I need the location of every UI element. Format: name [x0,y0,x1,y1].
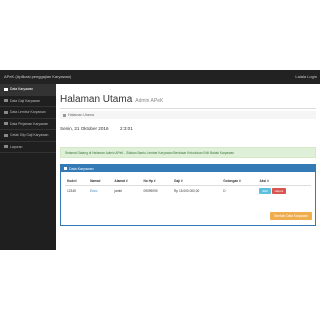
table-row: 12345 Enzo jambi 09099090 Rp 15.000.000,… [65,186,311,197]
column-header[interactable]: No Hp # [141,177,172,186]
table-header-row: Kode# Nama# Alamat # No Hp # Gaji # Golo… [65,177,311,186]
page-subtitle: Admin APeK [135,98,164,104]
cell-gaji: Rp 15.000.000,00 [173,189,200,193]
sidebar-item-cetak-slip[interactable]: Cetak Slip Gaji Karyawan [0,130,56,142]
sidebar-item-pinjaman[interactable]: Data Pinjaman Karyawan [0,119,56,130]
welcome-alert: Selamat Datang di Halaman Admin APeK , S… [60,147,316,158]
sidebar-item-laporan[interactable]: Laporan [0,142,56,153]
top-navbar: APeK (Aplikasi penggajian Karyawan) Lala… [0,70,320,84]
page-title-text: Halaman Utama [60,94,133,105]
page-title: Halaman Utama Admin APeK [60,94,163,105]
column-header[interactable]: Gaji # [171,177,222,186]
date-time: Senin, 31 Oktober 2016 2:3:01 [60,126,133,131]
home-icon [63,113,66,117]
wallet-icon [4,122,8,126]
sidebar-item-label: Cetak Slip Gaji Karyawan [10,133,49,138]
divider [60,108,316,109]
clock-icon [4,110,8,114]
cell-alamat: jambi [114,189,123,193]
cell-aksi: Edit Hapus [257,186,311,197]
sidebar-item-label: Laporan [10,144,23,149]
sidebar-item-label: Data Gaji Karyawan [10,98,41,103]
sidebar-item-label: Data Pinjaman Karyawan [10,121,49,126]
app-window: APeK (Aplikasi penggajian Karyawan) Lala… [0,70,320,250]
sidebar-item-data-karyawan[interactable]: Data Karyawan [0,84,56,96]
cell-golongan: D [223,189,226,193]
cell-hp: 09099090 [143,189,158,193]
delete-button[interactable]: Hapus [271,188,287,194]
employee-panel: Data Karyawan Kode# Nama# Alamat # No Hp… [60,164,316,226]
column-header[interactable]: Alamat # [112,177,142,186]
column-header[interactable]: Kode# [65,177,89,186]
sidebar-item-gaji[interactable]: Data Gaji Karyawan [0,96,56,107]
panel-heading: Data Karyawan [61,165,315,172]
edit-button[interactable]: Edit [259,188,271,194]
report-icon [4,145,8,149]
column-header[interactable]: Nama# [88,177,113,186]
sidebar: Data Karyawan Data Gaji Karyawan Data Le… [0,84,56,250]
main-content: Halaman Utama Admin APeK Halaman Utama Se… [56,84,320,250]
add-employee-button[interactable]: Tambah Data Karyawan [269,212,312,220]
sidebar-item-label: Data Lembur Karyawan [10,110,46,115]
app-brand[interactable]: APeK (Aplikasi penggajian Karyawan) [4,74,71,79]
print-icon [4,133,8,137]
sidebar-item-label: Data Karyawan [10,87,34,92]
column-header[interactable]: Golongan # [221,177,258,186]
employee-name-link[interactable]: Enzo [90,189,97,193]
money-icon [4,99,8,103]
users-icon [64,167,67,170]
cell-nama: Enzo [88,186,112,197]
column-header: Aksi # [257,177,311,186]
employee-table: Kode# Nama# Alamat # No Hp # Gaji # Golo… [65,177,311,196]
breadcrumb-label[interactable]: Halaman Utama [68,113,94,117]
breadcrumb: Halaman Utama [60,111,316,119]
panel-title: Data Karyawan [69,166,94,171]
users-icon [4,87,8,91]
cell-kode: 12345 [67,189,76,193]
sidebar-item-lembur[interactable]: Data Lembur Karyawan [0,107,56,119]
user-menu[interactable]: Lalala Login [295,74,317,79]
